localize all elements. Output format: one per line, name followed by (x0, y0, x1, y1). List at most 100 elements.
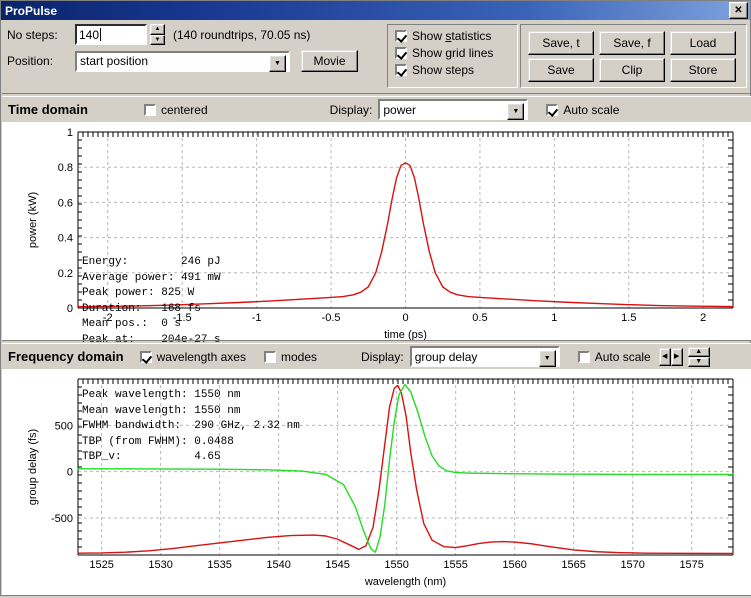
frequency-domain-statistics: Peak wavelength: 1550 nm Mean wavelength… (82, 388, 300, 466)
wavelength-axes-label: wavelength axes (157, 350, 246, 364)
save-button[interactable]: Save (528, 58, 594, 82)
title-bar: ProPulse ✕ (1, 1, 750, 20)
position-value: start position (80, 54, 148, 68)
time-domain-toolbar: Time domain centered Display: power ▼ Au… (2, 97, 751, 122)
time-domain-title: Time domain (8, 102, 88, 117)
stepper-down-icon[interactable]: ▼ (150, 35, 165, 46)
no-steps-stepper[interactable]: ▲ ▼ (150, 24, 165, 45)
text-caret (100, 28, 101, 41)
no-steps-label: No steps: (7, 28, 75, 42)
no-steps-value: 140 (79, 28, 99, 42)
position-row: Position: start position ▼ Movie (7, 50, 385, 72)
save-f-button[interactable]: Save, f (599, 31, 665, 55)
stepper-up-icon[interactable]: ▲ (150, 24, 165, 35)
window-title: ProPulse (5, 4, 729, 18)
time-display-value: power (383, 103, 416, 117)
svg-text:0: 0 (67, 303, 73, 315)
svg-text:time (ps): time (ps) (384, 329, 427, 340)
time-autoscale-label: Auto scale (563, 103, 619, 117)
store-button[interactable]: Store (670, 58, 736, 82)
arrow-right-icon[interactable]: ▶ (671, 348, 683, 366)
show-statistics-label: Show statistics (412, 29, 491, 43)
steps-position-group: No steps: 140 ▲ ▼ (140 roundtrips, 70.05… (7, 24, 385, 77)
time-display-select[interactable]: power ▼ (378, 99, 528, 120)
chevron-down-icon[interactable]: ▼ (539, 350, 556, 367)
clip-button[interactable]: Clip (599, 58, 665, 82)
chevron-down-icon[interactable]: ▼ (269, 55, 286, 72)
svg-text:1565: 1565 (561, 559, 585, 571)
modes-label: modes (281, 350, 317, 364)
centered-checkbox[interactable] (144, 104, 156, 116)
display-options-group: Show statistics Show grid lines Show ste… (387, 24, 518, 88)
svg-text:0.6: 0.6 (58, 197, 73, 209)
time-domain-plot: -2-1.5-1-0.500.511.5200.20.40.60.81time … (2, 122, 751, 340)
time-domain-statistics: Energy: 246 pJ Average power: 491 mW Pea… (82, 255, 221, 349)
movie-button[interactable]: Movie (301, 50, 358, 72)
svg-text:1540: 1540 (266, 559, 290, 571)
show-grid-lines-checkbox[interactable] (395, 47, 407, 59)
time-display-label: Display: (330, 103, 373, 117)
show-steps-checkbox[interactable] (395, 64, 407, 76)
svg-text:1545: 1545 (325, 559, 349, 571)
svg-text:1535: 1535 (207, 559, 231, 571)
checkbox-row-1[interactable]: Show grid lines (395, 46, 517, 60)
show-statistics-checkbox[interactable] (395, 30, 407, 42)
svg-text:group delay (fs): group delay (fs) (27, 429, 39, 505)
checkbox-row-2[interactable]: Show steps (395, 63, 517, 77)
frequency-autoscale-label: Auto scale (595, 350, 651, 364)
frequency-domain-title: Frequency domain (8, 349, 124, 364)
svg-text:1550: 1550 (384, 559, 408, 571)
svg-text:0: 0 (67, 467, 73, 479)
no-steps-row: No steps: 140 ▲ ▼ (140 roundtrips, 70.05… (7, 24, 385, 45)
close-icon[interactable]: ✕ (729, 2, 748, 19)
no-steps-input[interactable]: 140 (75, 24, 147, 45)
centered-label: centered (161, 103, 208, 117)
svg-text:1.5: 1.5 (621, 312, 636, 324)
arrow-left-icon[interactable]: ◀ (659, 348, 671, 366)
time-autoscale-checkbox[interactable] (546, 104, 558, 116)
svg-text:0.4: 0.4 (58, 233, 73, 245)
svg-text:-0.5: -0.5 (322, 312, 341, 324)
svg-text:1575: 1575 (679, 559, 703, 571)
svg-text:1: 1 (67, 127, 73, 139)
top-control-panel: No steps: 140 ▲ ▼ (140 roundtrips, 70.05… (1, 20, 750, 92)
svg-text:1: 1 (551, 312, 557, 324)
stepper-down-icon[interactable]: ▼ (688, 357, 710, 367)
load-button[interactable]: Load (670, 31, 736, 55)
frequency-domain-plot: 1525 1530 1535 1540 1545 1550 1555 1560 1565 1570… (2, 369, 751, 595)
svg-text:0.5: 0.5 (472, 312, 487, 324)
show-steps-label: Show steps (412, 63, 474, 77)
frequency-display-value: group delay (415, 350, 478, 364)
svg-text:1525: 1525 (89, 559, 113, 571)
pan-buttons[interactable]: ◀ ▶ (659, 348, 683, 366)
svg-text:500: 500 (55, 420, 73, 432)
roundtrips-hint: (140 roundtrips, 70.05 ns) (173, 28, 310, 42)
position-label: Position: (7, 54, 75, 68)
svg-text:power (kW): power (kW) (27, 192, 39, 248)
svg-text:1555: 1555 (443, 559, 467, 571)
stepper-up-icon[interactable]: ▲ (688, 347, 710, 357)
show-grid-lines-label: Show grid lines (412, 46, 493, 60)
svg-text:-1: -1 (252, 312, 262, 324)
zoom-stepper[interactable]: ▲ ▼ (688, 347, 710, 367)
wavelength-axes-checkbox[interactable] (140, 351, 152, 363)
modes-checkbox[interactable] (264, 351, 276, 363)
chevron-down-icon[interactable]: ▼ (507, 103, 524, 120)
svg-text:1560: 1560 (502, 559, 526, 571)
frequency-display-label: Display: (361, 350, 404, 364)
file-actions-group: Save, t Save, f Load Save Clip Store (520, 24, 747, 88)
svg-text:-500: -500 (51, 513, 73, 525)
frequency-display-select[interactable]: group delay ▼ (410, 346, 560, 367)
svg-text:1570: 1570 (620, 559, 644, 571)
save-t-button[interactable]: Save, t (528, 31, 594, 55)
svg-text:2: 2 (700, 312, 706, 324)
frequency-domain-toolbar: Frequency domain wavelength axes modes D… (2, 344, 751, 369)
svg-text:0: 0 (402, 312, 408, 324)
checkbox-row-0[interactable]: Show statistics (395, 29, 517, 43)
svg-text:0.2: 0.2 (58, 268, 73, 280)
svg-text:0.8: 0.8 (58, 162, 73, 174)
svg-text:wavelength (nm): wavelength (nm) (364, 576, 446, 588)
svg-text:1530: 1530 (148, 559, 172, 571)
position-select[interactable]: start position ▼ (75, 51, 290, 72)
frequency-autoscale-checkbox[interactable] (578, 351, 590, 363)
